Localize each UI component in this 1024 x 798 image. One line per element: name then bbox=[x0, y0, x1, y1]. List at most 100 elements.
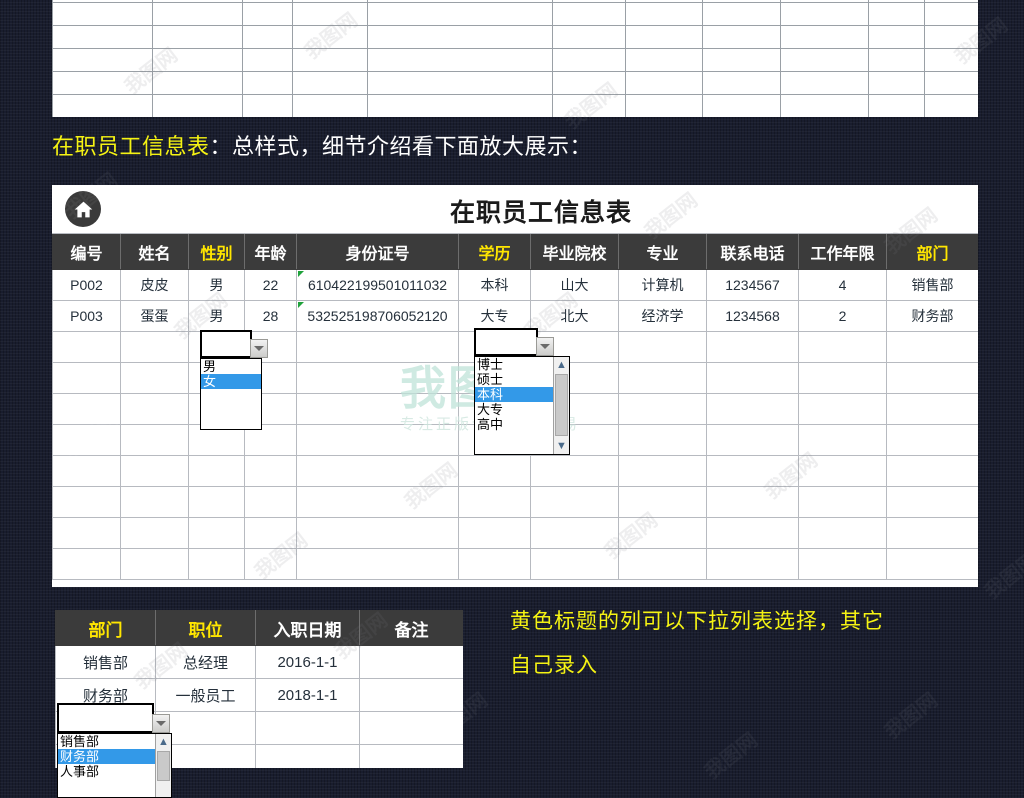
cell-department[interactable]: 销售部 bbox=[886, 269, 978, 301]
scroll-up-icon[interactable]: ▲ bbox=[554, 357, 569, 373]
cell-empty[interactable] bbox=[120, 455, 189, 487]
cell-empty[interactable] bbox=[886, 331, 978, 363]
cell-id[interactable]: P002 bbox=[52, 269, 121, 301]
cell-name[interactable]: 皮皮 bbox=[120, 269, 189, 301]
cell-empty[interactable] bbox=[706, 455, 799, 487]
cell-years[interactable]: 4 bbox=[798, 269, 887, 301]
cell-empty[interactable] bbox=[798, 362, 887, 394]
cell-name[interactable]: 蛋蛋 bbox=[120, 300, 189, 332]
cell-empty[interactable] bbox=[618, 362, 707, 394]
cell-empty[interactable] bbox=[255, 744, 360, 768]
cell-empty[interactable] bbox=[188, 548, 245, 580]
cell-hiredate[interactable]: 2018-1-1 bbox=[255, 678, 360, 712]
cell-empty[interactable] bbox=[296, 486, 459, 518]
cell-empty[interactable] bbox=[706, 393, 799, 425]
cell-empty[interactable] bbox=[120, 362, 189, 394]
column-header-department[interactable]: 部门 bbox=[55, 610, 156, 646]
cell-empty[interactable] bbox=[296, 424, 459, 456]
cell-empty[interactable] bbox=[798, 455, 887, 487]
scroll-down-icon[interactable]: ▼ bbox=[554, 438, 569, 454]
cell-empty[interactable] bbox=[798, 548, 887, 580]
cell-empty[interactable] bbox=[530, 486, 619, 518]
cell-empty[interactable] bbox=[52, 331, 121, 363]
education-list-scrollbar[interactable]: ▲ ▼ bbox=[553, 357, 569, 454]
department-dropdown[interactable]: 销售部 财务部 人事部 ▲ bbox=[57, 703, 172, 798]
column-header-idcard[interactable]: 身份证号 bbox=[296, 234, 459, 270]
cell-department[interactable]: 销售部 bbox=[55, 645, 156, 679]
gender-active-cell[interactable] bbox=[200, 330, 252, 358]
cell-idcard[interactable]: 610422199501011032 bbox=[296, 269, 459, 301]
cell-empty[interactable] bbox=[296, 331, 459, 363]
department-list-scrollbar[interactable]: ▲ bbox=[155, 734, 171, 797]
cell-gender[interactable]: 男 bbox=[188, 269, 245, 301]
cell-gender[interactable]: 男 bbox=[188, 300, 245, 332]
cell-empty[interactable] bbox=[618, 393, 707, 425]
gender-dropdown-arrow-button[interactable] bbox=[250, 339, 268, 358]
cell-empty[interactable] bbox=[618, 548, 707, 580]
cell-empty[interactable] bbox=[618, 455, 707, 487]
column-header-major[interactable]: 专业 bbox=[618, 234, 707, 270]
cell-empty[interactable] bbox=[886, 517, 978, 549]
cell-phone[interactable]: 1234567 bbox=[706, 269, 799, 301]
cell-empty[interactable] bbox=[886, 486, 978, 518]
cell-empty[interactable] bbox=[886, 455, 978, 487]
cell-empty[interactable] bbox=[359, 744, 463, 768]
cell-empty[interactable] bbox=[886, 362, 978, 394]
column-header-department[interactable]: 部门 bbox=[886, 234, 978, 270]
table-row[interactable]: 销售部 总经理 2016-1-1 bbox=[55, 645, 463, 679]
cell-empty[interactable] bbox=[120, 424, 189, 456]
column-header-id[interactable]: 编号 bbox=[52, 234, 121, 270]
cell-empty[interactable] bbox=[52, 424, 121, 456]
table-row[interactable] bbox=[52, 548, 978, 580]
cell-empty[interactable] bbox=[52, 548, 121, 580]
cell-empty[interactable] bbox=[244, 517, 297, 549]
cell-remark[interactable] bbox=[359, 645, 463, 679]
department-option-list[interactable]: 销售部 财务部 人事部 ▲ bbox=[57, 733, 172, 798]
table-row[interactable] bbox=[52, 455, 978, 487]
gender-dropdown[interactable]: 男 女 bbox=[200, 330, 268, 430]
cell-empty[interactable] bbox=[886, 393, 978, 425]
table-row[interactable] bbox=[52, 517, 978, 549]
column-header-school[interactable]: 毕业院校 bbox=[530, 234, 619, 270]
cell-school[interactable]: 北大 bbox=[530, 300, 619, 332]
cell-empty[interactable] bbox=[886, 548, 978, 580]
cell-empty[interactable] bbox=[52, 455, 121, 487]
cell-empty[interactable] bbox=[359, 711, 463, 745]
column-header-phone[interactable]: 联系电话 bbox=[706, 234, 799, 270]
cell-empty[interactable] bbox=[120, 517, 189, 549]
cell-major[interactable]: 经济学 bbox=[618, 300, 707, 332]
cell-empty[interactable] bbox=[706, 424, 799, 456]
cell-empty[interactable] bbox=[52, 393, 121, 425]
cell-position[interactable]: 总经理 bbox=[155, 645, 256, 679]
cell-age[interactable]: 28 bbox=[244, 300, 297, 332]
list-item[interactable]: 女 bbox=[201, 374, 261, 389]
gender-option-list[interactable]: 男 女 bbox=[200, 358, 262, 430]
scrollbar-thumb[interactable] bbox=[555, 374, 568, 436]
cell-empty[interactable] bbox=[120, 331, 189, 363]
cell-remark[interactable] bbox=[359, 678, 463, 712]
cell-empty[interactable] bbox=[458, 486, 531, 518]
cell-empty[interactable] bbox=[798, 486, 887, 518]
cell-idcard[interactable]: 532525198706052120 bbox=[296, 300, 459, 332]
cell-empty[interactable] bbox=[244, 455, 297, 487]
cell-empty[interactable] bbox=[52, 362, 121, 394]
cell-empty[interactable] bbox=[706, 548, 799, 580]
cell-department[interactable]: 财务部 bbox=[886, 300, 978, 332]
scroll-up-icon[interactable]: ▲ bbox=[156, 734, 171, 750]
cell-empty[interactable] bbox=[458, 455, 531, 487]
cell-empty[interactable] bbox=[52, 486, 121, 518]
cell-empty[interactable] bbox=[296, 362, 459, 394]
cell-empty[interactable] bbox=[530, 455, 619, 487]
cell-empty[interactable] bbox=[798, 517, 887, 549]
cell-empty[interactable] bbox=[120, 486, 189, 518]
cell-empty[interactable] bbox=[618, 517, 707, 549]
cell-empty[interactable] bbox=[244, 486, 297, 518]
cell-education[interactable]: 本科 bbox=[458, 269, 531, 301]
cell-phone[interactable]: 1234568 bbox=[706, 300, 799, 332]
cell-empty[interactable] bbox=[886, 424, 978, 456]
column-header-name[interactable]: 姓名 bbox=[120, 234, 189, 270]
cell-empty[interactable] bbox=[706, 517, 799, 549]
cell-empty[interactable] bbox=[706, 331, 799, 363]
cell-empty[interactable] bbox=[458, 548, 531, 580]
education-active-cell[interactable] bbox=[474, 328, 538, 356]
